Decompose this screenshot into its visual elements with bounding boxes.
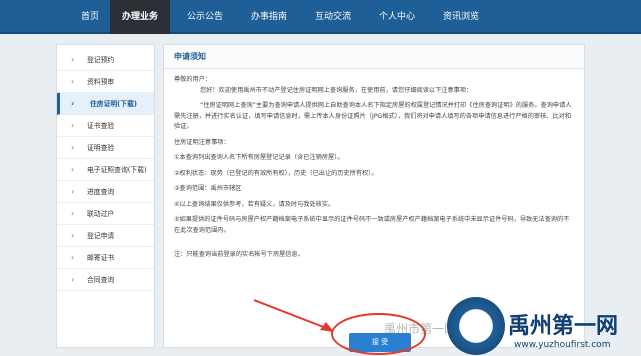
sidebar-item-progress[interactable]: › 进度查询 [57, 181, 154, 203]
sidebar-item-label: 邮寄证书 [87, 254, 115, 262]
sidebar-item-label: 住房证明(下载) [90, 100, 137, 108]
notice-item-4: ④以上查询结果仅供参考，若有疑义，请及时与我处核实。 [174, 200, 335, 208]
nav-business[interactable]: 办理业务 [110, 0, 170, 34]
panel-header: 申请须知 [164, 45, 584, 69]
notice-item-1: ①本查询列出查询人名下所有房屋登记记录（含已注销房屋）。 [174, 154, 344, 161]
chevron-right-icon: › [71, 143, 75, 152]
nav-home[interactable]: 首页 [70, 0, 110, 34]
chevron-right-icon: › [71, 231, 75, 240]
notice-notes-title: 住房证明注意事项： [174, 138, 230, 146]
sidebar-item-appointment[interactable]: › 登记预约 [57, 49, 154, 71]
panel-title: 申请须知 [174, 52, 206, 61]
sidebar-item-label: 联动过户 [87, 210, 115, 218]
sidebar-item-label: 合同查询 [87, 276, 115, 284]
nav-news[interactable]: 资讯浏览 [432, 0, 490, 34]
sidebar-item-registration-apply[interactable]: › 登记申请 [57, 225, 154, 247]
sidebar-item-label: 资料预审 [87, 78, 115, 86]
sidebar-item-housing-certificate[interactable]: › 住房证明(下载) [57, 93, 154, 115]
chevron-right-icon: › [71, 253, 75, 262]
nav-personal-center[interactable]: 个人中心 [368, 0, 426, 34]
sidebar-item-linked-transfer[interactable]: › 联动过户 [57, 203, 154, 225]
nav-guide[interactable]: 办事指南 [240, 0, 298, 34]
top-nav: 首页 办理业务 公示公告 办事指南 互动交流 个人中心 资讯浏览 [0, 0, 641, 34]
sidebar-item-label: 证明查验 [87, 144, 115, 152]
page: 首页 办理业务 公示公告 办事指南 互动交流 个人中心 资讯浏览 › 登记预约 … [0, 0, 641, 356]
watermark-brand: 禹州第一网 [508, 314, 619, 339]
notice-footer-note: 注：只能查询当前登录的实名帐号下房屋信息。 [174, 251, 304, 258]
watermark-url: www.yuzhoufirst.com [514, 340, 611, 350]
notice-item-5: ⑤如果提供的证件号码与房屋产权产籍档案电子系统中显示的证件号码不一致或房屋产权产… [174, 216, 570, 234]
sidebar-item-e-license[interactable]: › 电子证照查询(下载) [57, 159, 154, 181]
notice-content: 尊敬的用户： 您好！欢迎使用禹州市不动产登记住房证明网上查询服务，在使用前，请您… [174, 75, 572, 261]
sidebar-item-label: 登记预约 [87, 56, 115, 64]
sidebar-item-mail-certificate[interactable]: › 邮寄证书 [57, 247, 154, 269]
notice-panel: 申请须知 尊敬的用户： 您好！欢迎使用禹州市不动产登记住房证明网上查询服务，在使… [163, 44, 585, 352]
sidebar-item-proof-verify[interactable]: › 证明查验 [57, 137, 154, 159]
notice-item-3: ③查询范围：禹州市辖区 [174, 185, 242, 192]
sidebar-item-label: 进度查询 [87, 188, 115, 196]
notice-intro: 您好！欢迎使用禹州市不动产登记住房证明网上查询服务，在使用前，请您仔细阅读以下注… [200, 86, 473, 94]
nav-announcements[interactable]: 公示公告 [176, 0, 234, 34]
chevron-right-icon: › [71, 99, 75, 108]
notice-greeting: 尊敬的用户： [174, 76, 212, 83]
nav-interaction[interactable]: 互动交流 [304, 0, 362, 34]
watermark-faint: 禹州市第一网 [384, 322, 457, 336]
sidebar-item-certificate-verify[interactable]: › 证书查验 [57, 115, 154, 137]
watermark-logo [447, 297, 505, 355]
chevron-right-icon: › [71, 121, 75, 130]
chevron-right-icon: › [71, 209, 75, 218]
sidebar-item-label: 登记申请 [87, 232, 115, 240]
sidebar-item-pre-review[interactable]: › 资料预审 [57, 71, 154, 93]
chevron-right-icon: › [71, 165, 75, 174]
sidebar-item-contract-query[interactable]: › 合同查询 [57, 269, 154, 291]
notice-item-2: ②权利状态：现势（已登记的有效所有权），历史（已出让的历史所有权）。 [174, 169, 378, 177]
annotation-arrow-icon [253, 299, 334, 332]
chevron-right-icon: › [71, 77, 75, 86]
sidebar-item-label: 证书查验 [87, 122, 115, 130]
chevron-right-icon: › [71, 187, 75, 196]
chevron-right-icon: › [71, 275, 75, 284]
sidebar-item-label: 电子证照查询(下载) [87, 166, 147, 174]
sidebar: › 登记预约 › 资料预审 › 住房证明(下载) › 证书查验 › 证明查验 ›… [56, 44, 155, 348]
notice-description: “住房证明网上查询”主要为查询申请人提供网上自助查询本人名下指定房屋的权属登记情… [174, 102, 572, 130]
chevron-right-icon: › [71, 55, 75, 64]
